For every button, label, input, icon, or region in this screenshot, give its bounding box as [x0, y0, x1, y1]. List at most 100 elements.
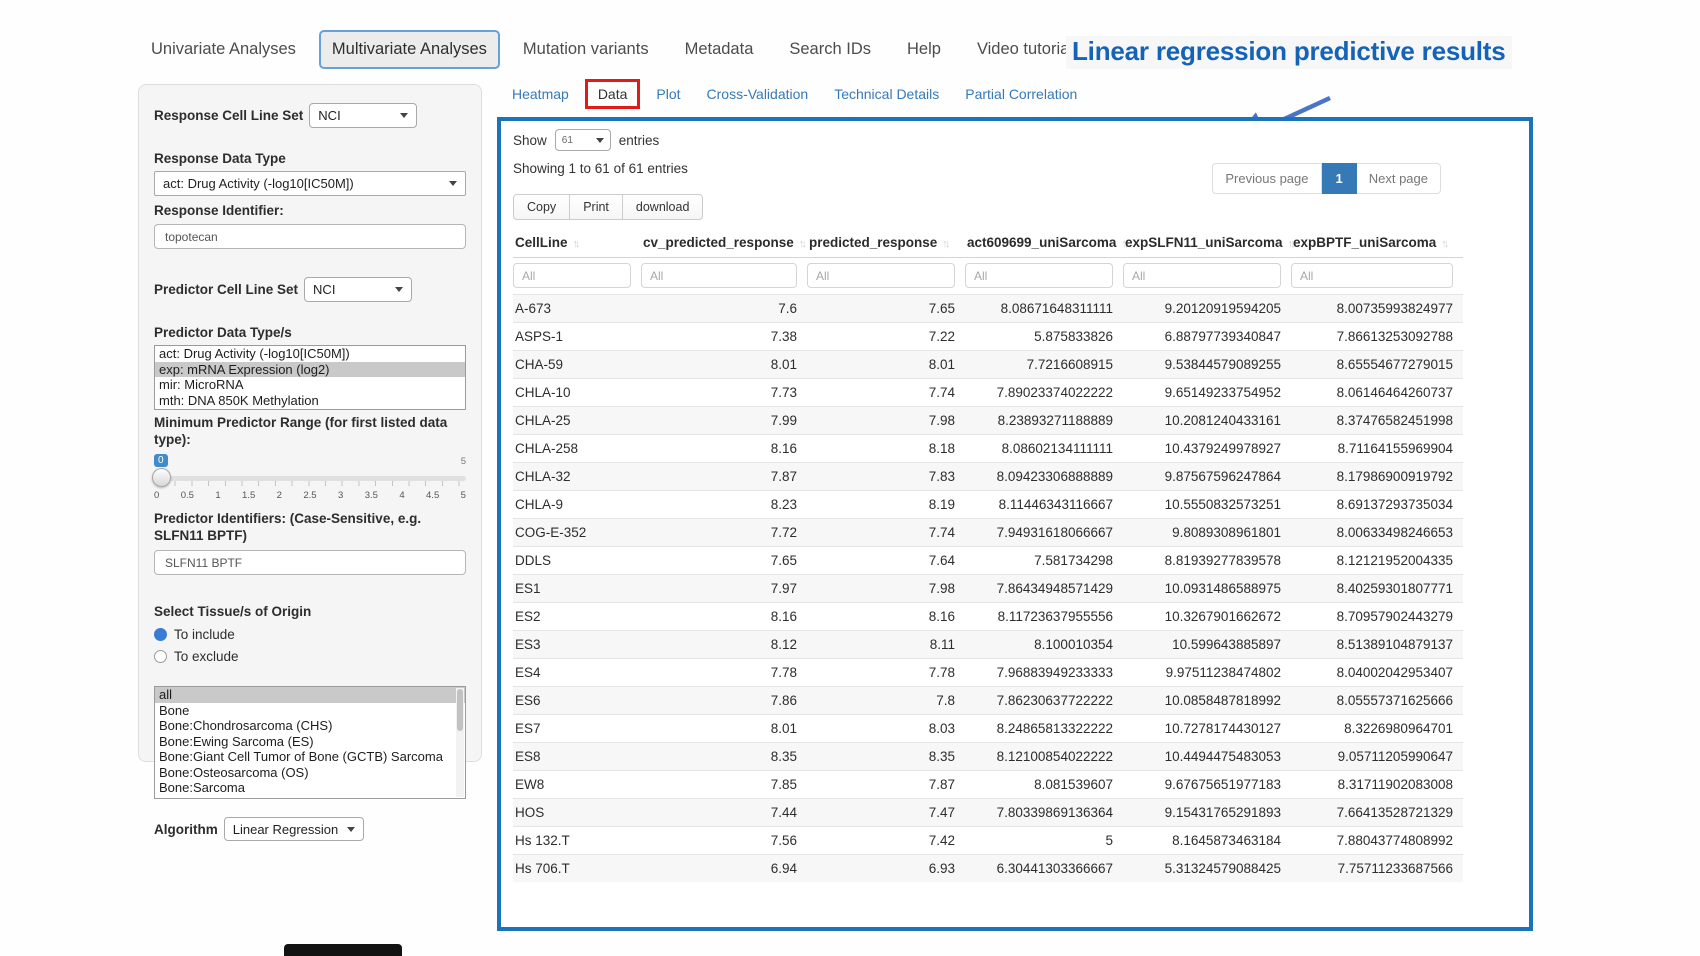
table-row[interactable]: ES88.358.358.1210085402222210.4494475483… — [513, 743, 1463, 771]
slider-tick-marks — [158, 481, 462, 486]
cell-value: 8.01 — [641, 715, 807, 743]
algorithm-select[interactable]: Linear Regression — [224, 817, 365, 841]
cell-value: 7.22 — [807, 323, 965, 351]
table-row[interactable]: ES78.018.038.2486581332222210.7278174430… — [513, 715, 1463, 743]
table-row[interactable]: A-6737.67.658.086716483111119.2012091959… — [513, 295, 1463, 323]
response-cell-line-set-select[interactable]: NCI — [309, 103, 417, 128]
entries-count-select[interactable]: 61 — [555, 129, 611, 151]
table-row[interactable]: ES28.168.168.1172363795555610.3267901662… — [513, 603, 1463, 631]
next-page-button[interactable]: Next page — [1357, 163, 1441, 194]
cell-value: 7.89023374022222 — [965, 379, 1123, 407]
list-option-exp-mrna-expression-log2[interactable]: exp: mRNA Expression (log2) — [155, 362, 465, 378]
predictor-identifiers-input[interactable] — [154, 550, 466, 575]
column-header-cellline[interactable]: CellLine↑↓ — [513, 228, 641, 258]
column-header-expbptf-unisarcoma[interactable]: expBPTF_uniSarcoma↑↓ — [1291, 228, 1463, 258]
tab-plot[interactable]: Plot — [656, 86, 680, 102]
table-row[interactable]: HOS7.447.477.803398691363649.15431765291… — [513, 799, 1463, 827]
sort-icon[interactable]: ↑↓ — [937, 238, 947, 250]
table-row[interactable]: ES67.867.87.8623063772222210.08584878189… — [513, 687, 1463, 715]
table-row[interactable]: Hs 706.T6.946.936.304413033666675.313245… — [513, 855, 1463, 883]
sort-icon[interactable]: ↑↓ — [1283, 238, 1293, 250]
top-nav: Univariate Analyses Multivariate Analyses… — [138, 30, 1086, 69]
cell-value: 6.94 — [641, 855, 807, 883]
list-option-act-drug-activity-log10-ic50m[interactable]: act: Drug Activity (-log10[IC50M]) — [155, 346, 465, 362]
nav-tab-help[interactable]: Help — [894, 30, 954, 69]
cell-value: 10.7278174430127 — [1123, 715, 1291, 743]
table-row[interactable]: Hs 132.T7.567.4258.16458734631847.880437… — [513, 827, 1463, 855]
list-option-bone-giant-cell-tumor-of-bone-gctb-sarcoma[interactable]: Bone:Giant Cell Tumor of Bone (GCTB) Sar… — [155, 749, 465, 765]
column-header-act609699-unisarcoma[interactable]: act609699_uniSarcoma↑↓ — [965, 228, 1123, 258]
list-option-mth-dna-850k-methylation[interactable]: mth: DNA 850K Methylation — [155, 393, 465, 409]
column-header-predicted-response[interactable]: predicted_response↑↓ — [807, 228, 965, 258]
response-identifier-input[interactable] — [154, 224, 466, 249]
column-filter-input-cv-predicted-response[interactable] — [641, 263, 797, 288]
table-row[interactable]: CHLA-107.737.747.890233740222229.6514923… — [513, 379, 1463, 407]
tissue-include-radio[interactable]: To include — [154, 627, 466, 642]
nav-tab-multivariate-analyses[interactable]: Multivariate Analyses — [319, 30, 500, 69]
list-option-bone-chondrosarcoma-chs[interactable]: Bone:Chondrosarcoma (CHS) — [155, 718, 465, 734]
table-row[interactable]: DDLS7.657.647.5817342988.819392778395788… — [513, 547, 1463, 575]
table-row[interactable]: COG-E-3527.727.747.949316180666679.80893… — [513, 519, 1463, 547]
slider-tick-label: 2.5 — [303, 490, 316, 501]
tab-partial-correlation[interactable]: Partial Correlation — [965, 86, 1077, 102]
page-1-button[interactable]: 1 — [1322, 163, 1357, 194]
nav-tab-univariate-analyses[interactable]: Univariate Analyses — [138, 30, 309, 69]
tab-data[interactable]: Data — [585, 79, 641, 109]
list-option-bone[interactable]: Bone — [155, 703, 465, 719]
column-filter-input-expslfn11-unisarcoma[interactable] — [1123, 263, 1281, 288]
cell-value: 7.96883949233333 — [965, 659, 1123, 687]
tissue-exclude-radio[interactable]: To exclude — [154, 649, 466, 664]
copy-button[interactable]: Copy — [513, 194, 570, 220]
download-button[interactable]: download — [622, 194, 704, 220]
table-row[interactable]: CHLA-257.997.988.2389327118888910.208124… — [513, 407, 1463, 435]
table-row[interactable]: ASPS-17.387.225.8758338266.8879773934084… — [513, 323, 1463, 351]
response-data-type-select[interactable]: act: Drug Activity (-log10[IC50M]) — [154, 171, 466, 196]
nav-tab-mutation-variants[interactable]: Mutation variants — [510, 30, 662, 69]
cell-value: 8.00633498246653 — [1291, 519, 1463, 547]
print-button[interactable]: Print — [569, 194, 623, 220]
list-option-bone-sarcoma[interactable]: Bone:Sarcoma — [155, 780, 465, 796]
list-option-all[interactable]: all — [155, 687, 465, 703]
table-row[interactable]: ES17.977.987.8643494857142910.0931486588… — [513, 575, 1463, 603]
column-header-cv-predicted-response[interactable]: cv_predicted_response↑↓ — [641, 228, 807, 258]
cell-value: 8.11723637955556 — [965, 603, 1123, 631]
table-row[interactable]: CHA-598.018.017.72166089159.538445790892… — [513, 351, 1463, 379]
tab-cross-validation[interactable]: Cross-Validation — [707, 86, 809, 102]
pagination: Previous page 1 Next page — [1212, 163, 1441, 194]
algorithm-value: Linear Regression — [233, 822, 339, 837]
nav-tab-metadata[interactable]: Metadata — [672, 30, 767, 69]
sort-icon[interactable]: ↑↓ — [568, 238, 578, 250]
cell-value: 7.87 — [807, 771, 965, 799]
column-filter-input-predicted-response[interactable] — [807, 263, 955, 288]
predictor-cell-line-set-select[interactable]: NCI — [304, 277, 412, 302]
scrollbar-thumb[interactable] — [457, 689, 463, 731]
list-option-bone-osteosarcoma-os[interactable]: Bone:Osteosarcoma (OS) — [155, 765, 465, 781]
list-option-peripheral-nervous-system[interactable]: Peripheral_Nervous_System — [155, 796, 465, 800]
cell-value: 8.11 — [807, 631, 965, 659]
cell-value: 6.88797739340847 — [1123, 323, 1291, 351]
cell-value: 7.78 — [641, 659, 807, 687]
tab-heatmap[interactable]: Heatmap — [512, 86, 569, 102]
cell-line-name: CHLA-10 — [513, 379, 641, 407]
sort-icon[interactable]: ↑↓ — [1436, 238, 1446, 250]
table-row[interactable]: ES47.787.787.968839492333339.97511238474… — [513, 659, 1463, 687]
table-row[interactable]: EW87.857.878.0815396079.676756519771838.… — [513, 771, 1463, 799]
table-row[interactable]: CHLA-2588.168.188.0860213411111110.43792… — [513, 435, 1463, 463]
show-entries-suffix: entries — [619, 133, 660, 148]
scrollbar[interactable] — [456, 688, 464, 797]
list-option-mir-microrna[interactable]: mir: MicroRNA — [155, 377, 465, 393]
column-filter-input-act609699-unisarcoma[interactable] — [965, 263, 1113, 288]
sort-icon[interactable]: ↑↓ — [794, 238, 804, 250]
column-header-expslfn11-unisarcoma[interactable]: expSLFN11_uniSarcoma↑↓ — [1123, 228, 1291, 258]
table-row[interactable]: CHLA-98.238.198.1144634311666710.5550832… — [513, 491, 1463, 519]
table-row[interactable]: ES38.128.118.10001035410.5996438858978.5… — [513, 631, 1463, 659]
table-row[interactable]: CHLA-327.877.838.094233068888899.8756759… — [513, 463, 1463, 491]
column-filter-input-cellline[interactable] — [513, 263, 631, 288]
nav-tab-search-ids[interactable]: Search IDs — [776, 30, 884, 69]
column-filter-input-expbptf-unisarcoma[interactable] — [1291, 263, 1453, 288]
cell-value: 8.23893271188889 — [965, 407, 1123, 435]
list-option-bone-ewing-sarcoma-es[interactable]: Bone:Ewing Sarcoma (ES) — [155, 734, 465, 750]
tab-technical-details[interactable]: Technical Details — [834, 86, 939, 102]
slider-handle[interactable] — [152, 468, 171, 487]
previous-page-button[interactable]: Previous page — [1212, 163, 1321, 194]
